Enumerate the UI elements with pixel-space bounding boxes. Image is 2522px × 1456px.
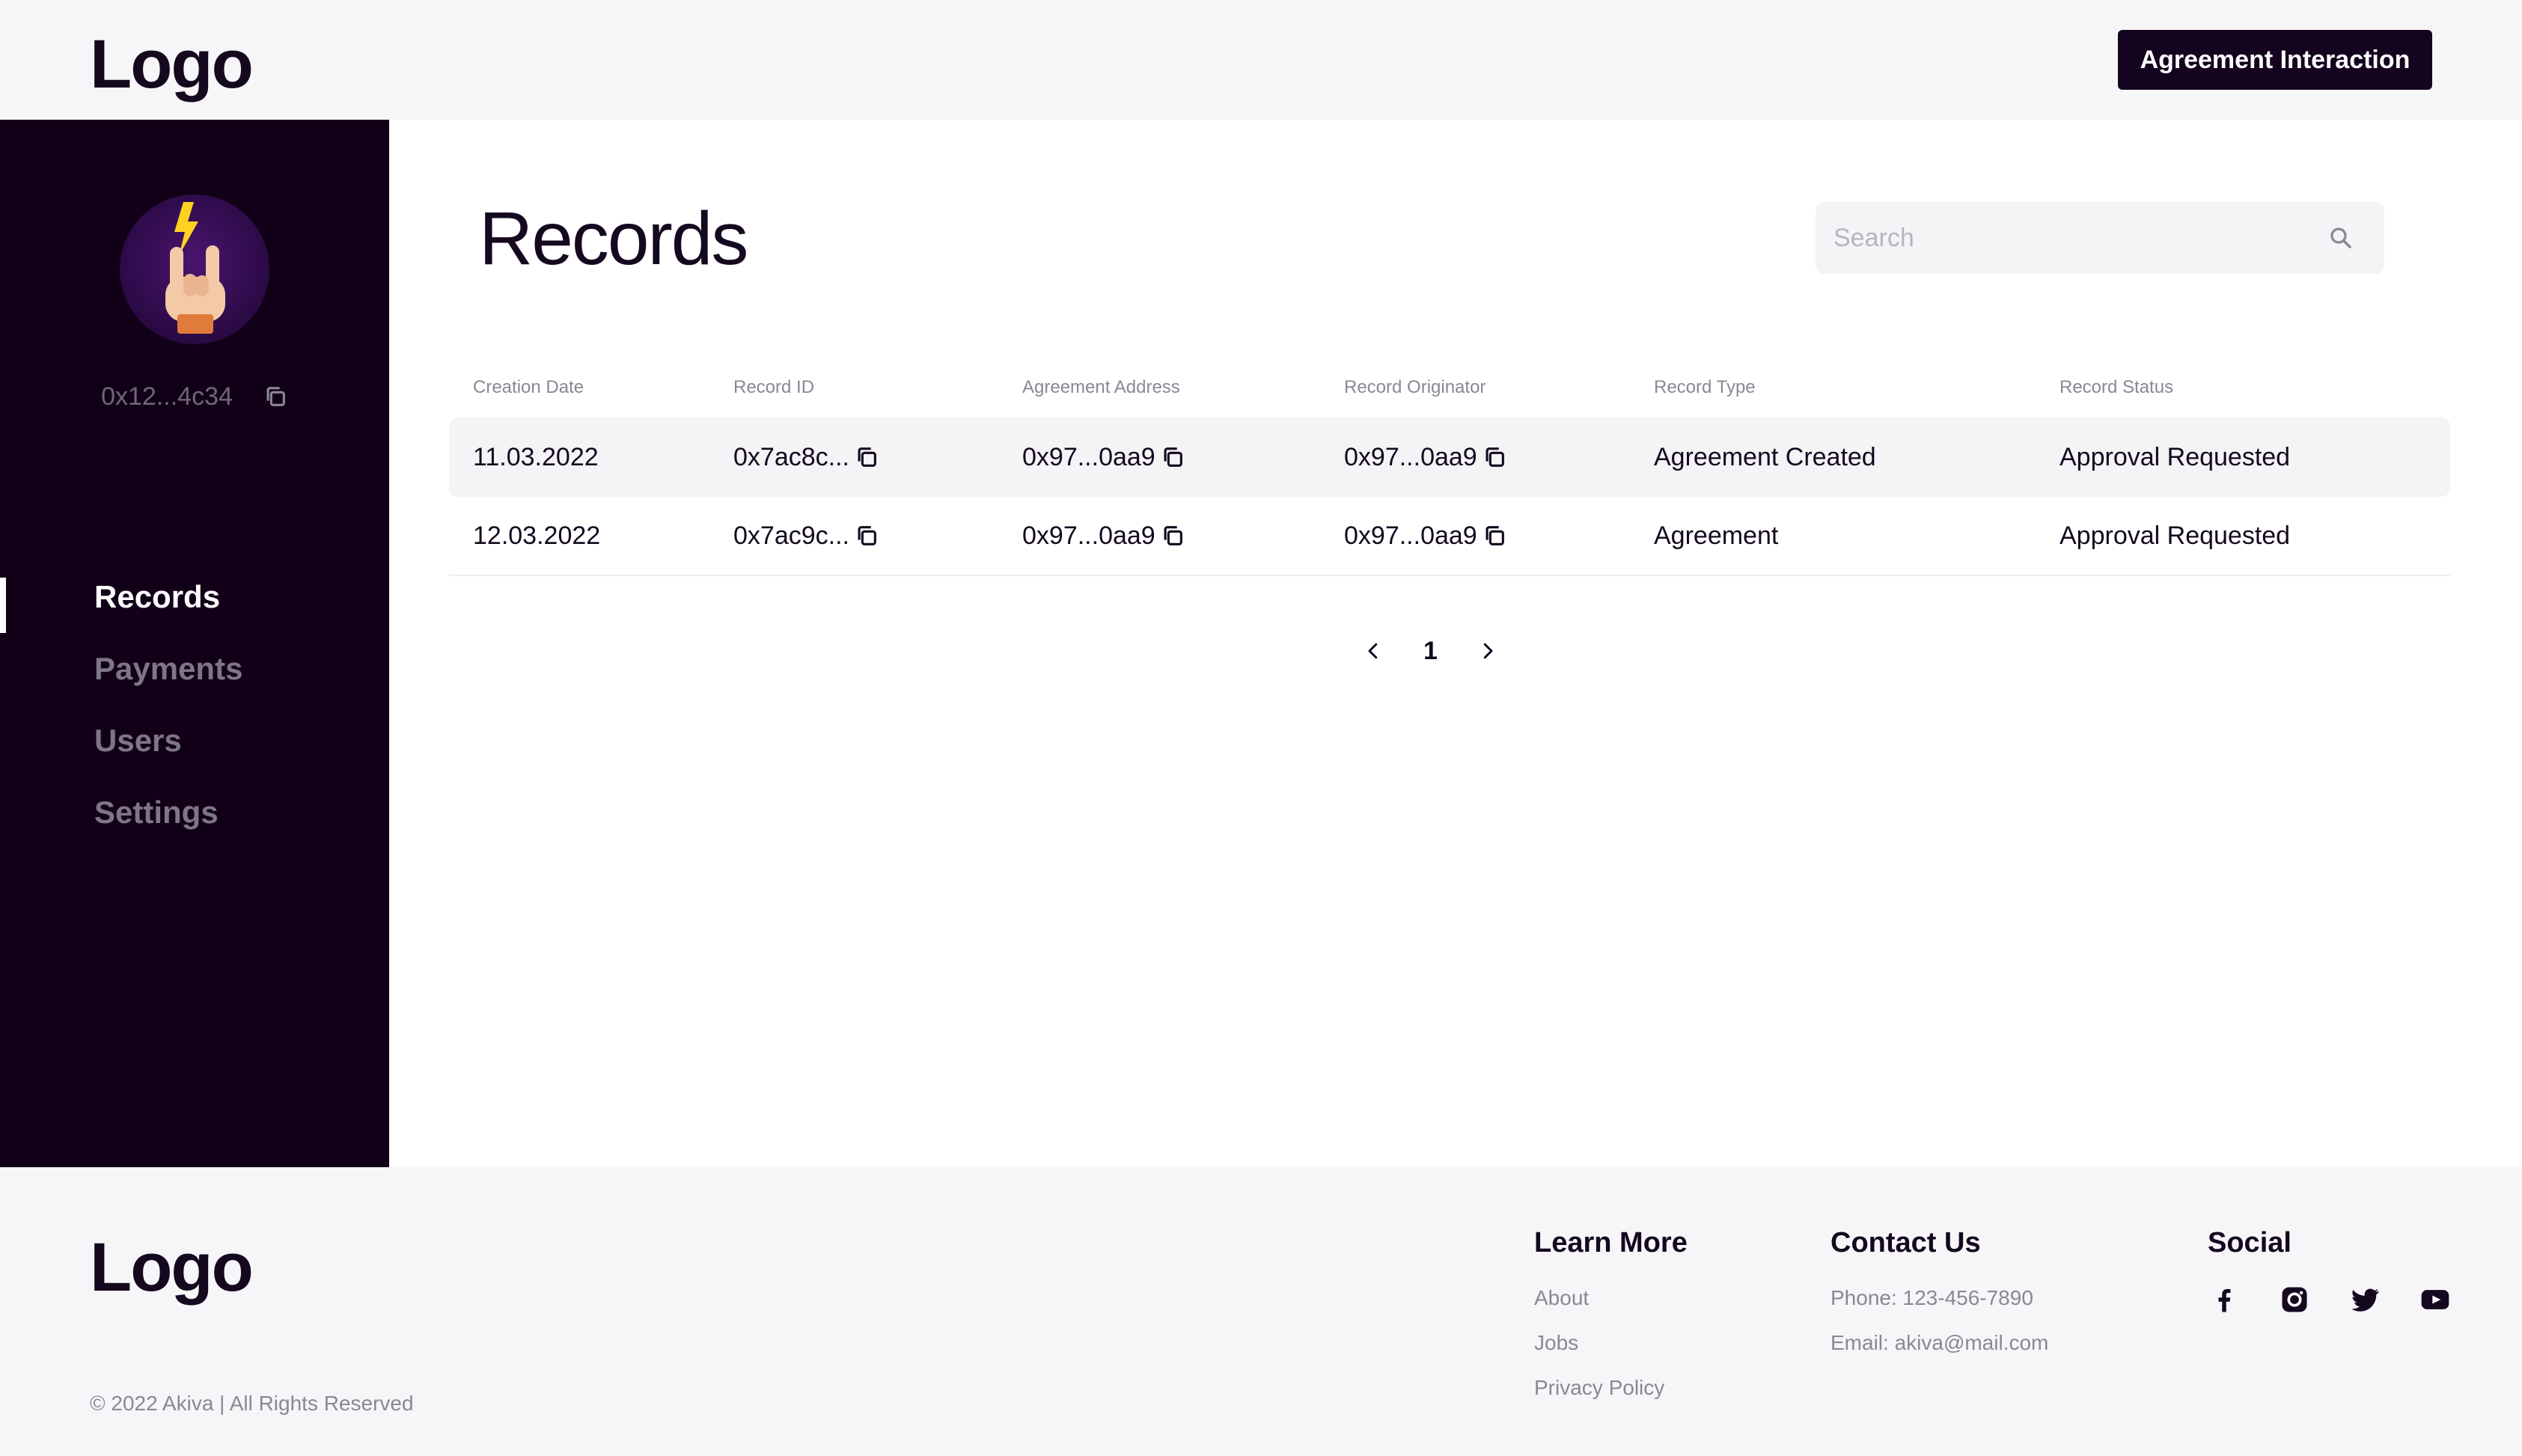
record-originator: 0x97...0aa9 (1344, 442, 1477, 471)
social-icons (2208, 1283, 2452, 1316)
search-input[interactable] (1816, 202, 2309, 274)
column-header[interactable]: Record ID (733, 377, 814, 398)
learn-more-heading: Learn More (1534, 1227, 1688, 1258)
copy-icon[interactable] (854, 523, 879, 548)
record-originator-cell: 0x97...0aa9 (1344, 521, 1507, 551)
chevron-right-icon[interactable] (1477, 640, 1499, 662)
jobs-link[interactable]: Jobs (1534, 1331, 1688, 1376)
contact-section: Contact Us Phone: 123-456-7890 Email: ak… (1831, 1227, 2048, 1376)
privacy-policy-link[interactable]: Privacy Policy (1534, 1376, 1688, 1421)
record-id-cell: 0x7ac8c... (733, 443, 879, 472)
sidebar-item-users[interactable]: Users (0, 705, 389, 777)
record-originator: 0x97...0aa9 (1344, 521, 1477, 550)
agreement-address-cell: 0x97...0aa9 (1022, 443, 1185, 472)
column-header[interactable]: Agreement Address (1022, 377, 1180, 398)
agreement-interaction-button[interactable]: Agreement Interaction (2118, 30, 2432, 90)
table-row[interactable]: 11.03.2022 0x7ac8c... 0x97...0aa9 0x97..… (449, 417, 2450, 497)
sidebar-item-settings[interactable]: Settings (0, 777, 389, 848)
creation-date-cell: 12.03.2022 (473, 521, 600, 551)
column-header[interactable]: Record Status (2060, 377, 2173, 398)
sidebar-item-payments[interactable]: Payments (0, 633, 389, 705)
main-content: Records Creation Date Record ID Agreemen… (389, 120, 2522, 1167)
agreement-address-cell: 0x97...0aa9 (1022, 521, 1185, 551)
rock-hand-lightning-icon (165, 202, 225, 334)
footer-logo[interactable]: Logo (90, 1233, 254, 1302)
sidebar-item-records[interactable]: Records (0, 561, 389, 633)
copy-icon[interactable] (1160, 523, 1185, 548)
copy-icon[interactable] (1482, 444, 1507, 470)
pagination: 1 (1362, 628, 1499, 673)
record-originator-cell: 0x97...0aa9 (1344, 443, 1507, 472)
records-table: Creation Date Record ID Agreement Addres… (449, 358, 2450, 576)
record-status: Approval Requested (2060, 442, 2291, 471)
header-logo[interactable]: Logo (90, 30, 254, 99)
creation-date: 12.03.2022 (473, 521, 601, 550)
record-status: Approval Requested (2060, 521, 2291, 550)
social-heading: Social (2208, 1227, 2292, 1258)
copyright: © 2022 Akiva | All Rights Reserved (90, 1392, 414, 1415)
agreement-address: 0x97...0aa9 (1022, 442, 1155, 471)
column-header[interactable]: Record Originator (1344, 377, 1486, 398)
avatar[interactable] (120, 195, 269, 344)
wallet-address: 0x12...4c34 (101, 382, 233, 411)
twitter-icon[interactable] (2348, 1283, 2381, 1316)
table-header: Creation Date Record ID Agreement Addres… (449, 358, 2450, 417)
creation-date-cell: 11.03.2022 (473, 443, 599, 472)
sidebar-nav: Records Payments Users Settings (0, 561, 389, 848)
about-link[interactable]: About (1534, 1286, 1688, 1331)
instagram-icon[interactable] (2278, 1283, 2311, 1316)
column-header[interactable]: Creation Date (473, 377, 584, 398)
footer: Logo © 2022 Akiva | All Rights Reserved … (0, 1167, 2522, 1456)
column-header[interactable]: Record Type (1654, 377, 1756, 398)
record-id: 0x7ac9c... (733, 521, 849, 550)
record-id: 0x7ac8c... (733, 442, 849, 471)
sidebar: 0x12...4c34 Records Payments Users Setti… (0, 120, 389, 1167)
record-id-cell: 0x7ac9c... (733, 521, 879, 551)
creation-date: 11.03.2022 (473, 442, 599, 471)
search-box (1816, 202, 2384, 274)
copy-icon[interactable] (263, 384, 288, 409)
email-link[interactable]: Email: akiva@mail.com (1831, 1331, 2048, 1376)
header: Logo Agreement Interaction (0, 0, 2522, 120)
record-type: Agreement Created (1654, 442, 1876, 471)
copy-icon[interactable] (1482, 523, 1507, 548)
copy-icon[interactable] (854, 444, 879, 470)
page-number[interactable]: 1 (1423, 637, 1438, 666)
agreement-address: 0x97...0aa9 (1022, 521, 1155, 550)
wallet-row: 0x12...4c34 (0, 374, 389, 419)
record-type: Agreement (1654, 521, 1779, 550)
chevron-left-icon[interactable] (1362, 640, 1384, 662)
search-icon[interactable] (2327, 224, 2354, 251)
youtube-icon[interactable] (2419, 1283, 2452, 1316)
copy-icon[interactable] (1160, 444, 1185, 470)
social-section: Social (2208, 1227, 2452, 1316)
page-title: Records (479, 197, 748, 281)
facebook-icon[interactable] (2208, 1283, 2241, 1316)
contact-heading: Contact Us (1831, 1227, 1981, 1258)
table-row[interactable]: 12.03.2022 0x7ac9c... 0x97...0aa9 0x97..… (449, 497, 2450, 576)
learn-more-section: Learn More About Jobs Privacy Policy (1534, 1227, 1688, 1421)
phone-link[interactable]: Phone: 123-456-7890 (1831, 1286, 2048, 1331)
